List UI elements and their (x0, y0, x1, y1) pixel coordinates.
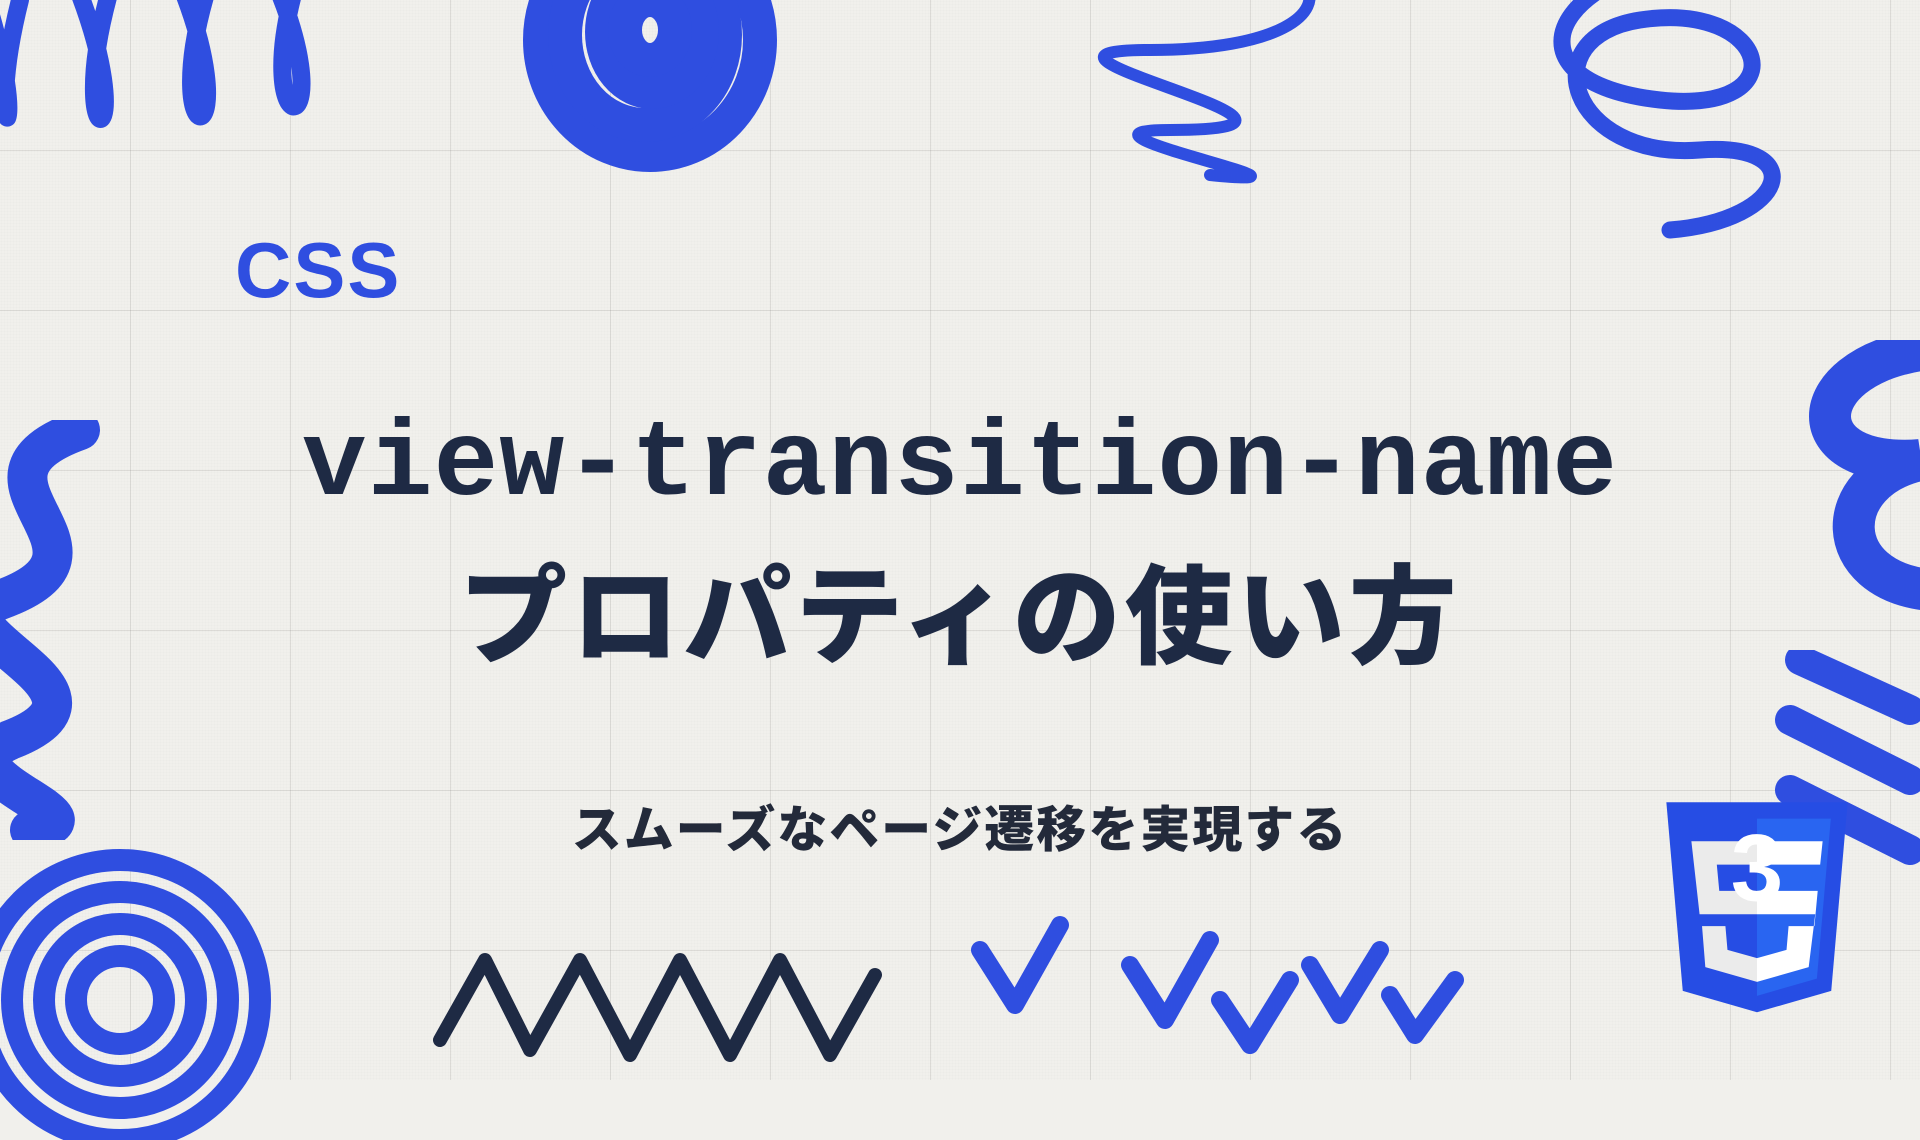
title: view-transition-name プロパティの使い方 (0, 395, 1920, 680)
css3-logo-icon: 3 (1652, 802, 1862, 1042)
title-line-1: view-transition-name (0, 395, 1920, 538)
subtitle: スムーズなページ遷移を実現する (0, 790, 1920, 862)
kicker: CSS (235, 225, 401, 316)
css3-logo-label: 3 (1731, 816, 1783, 921)
title-line-2: プロパティの使い方 (0, 538, 1920, 681)
